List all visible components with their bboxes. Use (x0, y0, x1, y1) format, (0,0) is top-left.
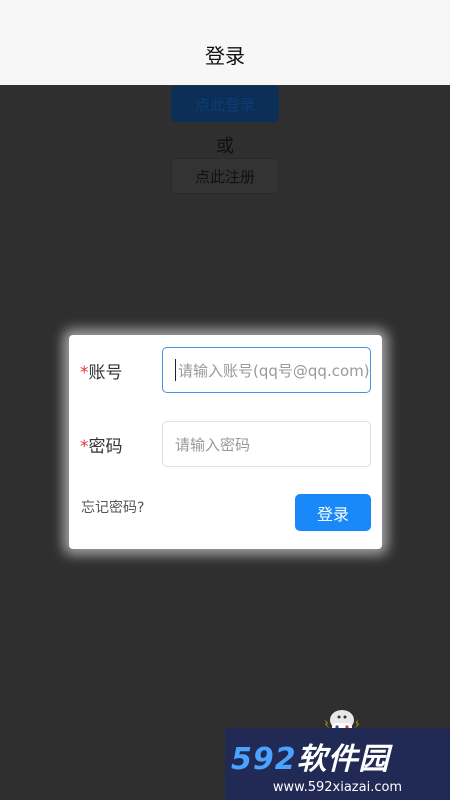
login-button[interactable]: 登录 (295, 494, 371, 531)
password-label-text: 密码 (88, 436, 123, 457)
watermark-url: www.592xiazai.com (272, 780, 403, 795)
background-login-button[interactable]: 点此登录 (171, 86, 279, 122)
page-title: 登录 (205, 44, 245, 68)
login-dialog: *账号 请输入账号(qq号@qq.com) *密码 请输入密码 忘记密码? 登录 (69, 335, 382, 549)
watermark-logo: 592软件园 www.592xiazai.com (225, 728, 450, 800)
watermark-numbers: 592 (231, 742, 297, 777)
required-marker: * (80, 436, 89, 457)
register-button[interactable]: 点此注册 (171, 158, 279, 194)
password-row: *密码 请输入密码 (69, 421, 382, 467)
account-placeholder: 请输入账号(qq号@qq.com) (178, 361, 370, 380)
password-placeholder: 请输入密码 (175, 435, 251, 454)
password-input[interactable]: 请输入密码 (162, 421, 371, 467)
watermark-brand-text: 软件园 (296, 742, 390, 777)
password-label: *密码 (80, 432, 123, 457)
forgot-password-link[interactable]: 忘记密码? (81, 497, 144, 517)
account-label-text: 账号 (88, 362, 123, 383)
required-marker: * (80, 362, 89, 383)
text-caret (175, 359, 176, 381)
account-input[interactable]: 请输入账号(qq号@qq.com) (162, 347, 371, 393)
header-bar: 登录 (0, 0, 450, 85)
or-text: 或 (216, 136, 234, 157)
account-row: *账号 请输入账号(qq号@qq.com) (69, 347, 382, 393)
account-label: *账号 (80, 358, 123, 383)
watermark-brand: 592软件园 (231, 734, 390, 778)
